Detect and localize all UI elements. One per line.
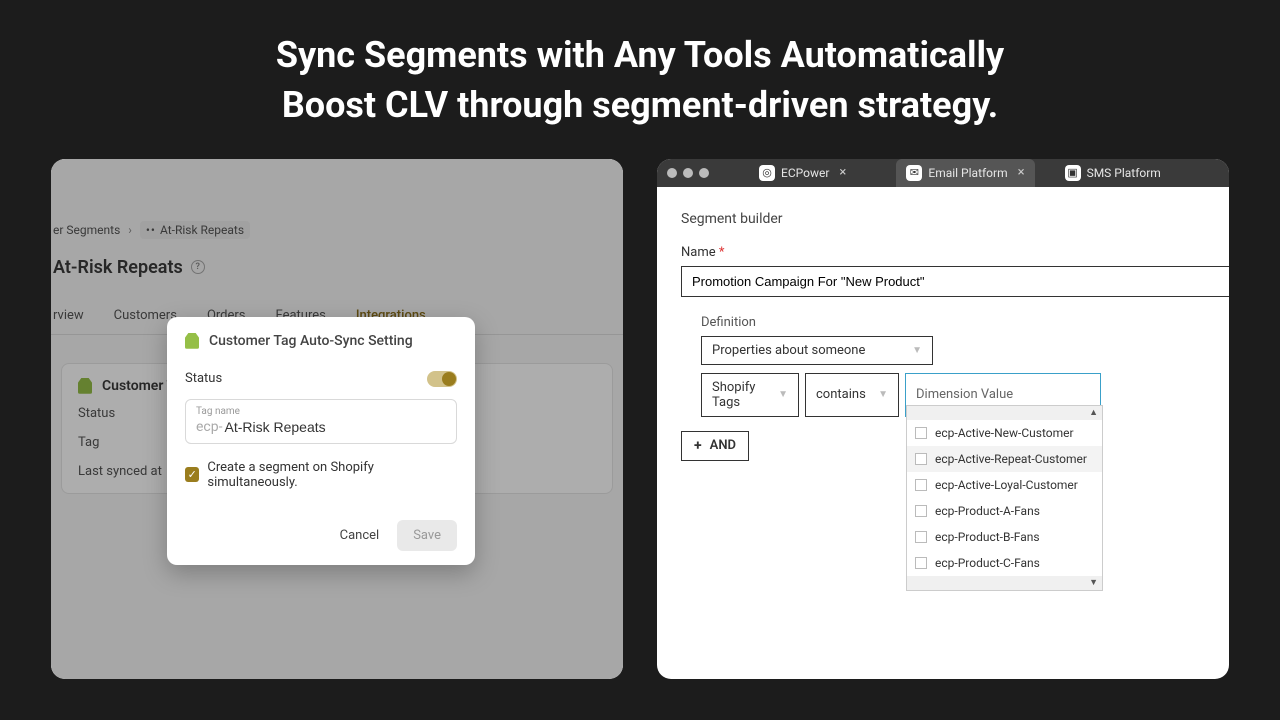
close-icon[interactable]: × [839,165,846,180]
chevron-down-icon: ▼ [778,389,788,400]
headline: Sync Segments with Any Tools Automatical… [0,0,1280,131]
field-select[interactable]: Shopify Tags ▼ [701,373,799,417]
browser-tab-ecpower[interactable]: ◎ ECPower × [749,159,856,187]
dropdown-option[interactable]: ecp-Product-C-Fans [907,550,1102,576]
auto-sync-modal: Customer Tag Auto-Sync Setting Status Ta… [167,317,475,565]
modal-status-label: Status [185,371,222,386]
dropdown-option[interactable]: ecp-Active-Loyal-Customer [907,472,1102,498]
chevron-down-icon: ▼ [912,345,922,356]
tag-name-input-wrap[interactable]: Tag name ecp- [185,399,457,444]
checkbox[interactable] [915,453,927,465]
required-indicator: * [719,245,725,260]
checkbox[interactable] [915,557,927,569]
ecpower-icon: ◎ [759,165,775,181]
name-label: Name [681,245,716,260]
operator-select[interactable]: contains ▼ [805,373,899,417]
checkbox[interactable] [915,505,927,517]
tag-name-label: Tag name [196,406,446,417]
checkbox[interactable] [915,479,927,491]
definition-label: Definition [701,315,1205,330]
scroll-up-icon[interactable]: ▲ [907,406,1102,420]
mac-window-controls[interactable] [667,168,709,178]
dropdown-option[interactable]: ecp-Active-Repeat-Customer [907,446,1102,472]
segment-name-input[interactable] [681,266,1229,297]
left-panel: er Segments › •• At-Risk Repeats At-Risk… [51,159,623,679]
headline-line2: Boost CLV through segment-driven strateg… [0,80,1280,130]
scroll-down-icon[interactable]: ▼ [907,576,1102,590]
plus-icon: + [694,438,702,454]
right-panel: ◎ ECPower × ✉ Email Platform × ▣ SMS Pla… [657,159,1229,679]
dimension-value-dropdown: ▲ ecp-Active-New-Customer ecp-Active-Rep… [906,405,1103,591]
save-button[interactable]: Save [397,520,457,551]
segment-builder-title: Segment builder [681,211,1205,227]
status-toggle[interactable] [427,371,457,387]
dropdown-option[interactable]: ecp-Product-A-Fans [907,498,1102,524]
definition-select[interactable]: Properties about someone ▼ [701,336,933,365]
tag-name-input[interactable] [224,419,446,435]
close-icon[interactable]: × [1018,165,1025,180]
shopify-icon [185,333,199,349]
modal-title-text: Customer Tag Auto-Sync Setting [209,333,413,349]
chevron-down-icon: ▼ [878,389,888,400]
dropdown-option[interactable]: ecp-Active-New-Customer [907,420,1102,446]
browser-tab-sms[interactable]: ▣ SMS Platform [1055,159,1171,187]
checkbox[interactable] [915,531,927,543]
checkbox[interactable] [915,427,927,439]
create-segment-checkbox[interactable]: ✓ [185,467,199,482]
checkbox-label: Create a segment on Shopify simultaneous… [207,460,457,490]
dropdown-option[interactable]: ecp-Product-B-Fans [907,524,1102,550]
tag-prefix: ecp- [196,419,222,435]
headline-line1: Sync Segments with Any Tools Automatical… [0,30,1280,80]
cancel-button[interactable]: Cancel [336,520,384,551]
window-titlebar: ◎ ECPower × ✉ Email Platform × ▣ SMS Pla… [657,159,1229,187]
add-and-condition-button[interactable]: + AND [681,431,749,461]
chat-icon: ▣ [1065,165,1081,181]
browser-tab-email[interactable]: ✉ Email Platform × [896,159,1034,187]
mail-icon: ✉ [906,165,922,181]
